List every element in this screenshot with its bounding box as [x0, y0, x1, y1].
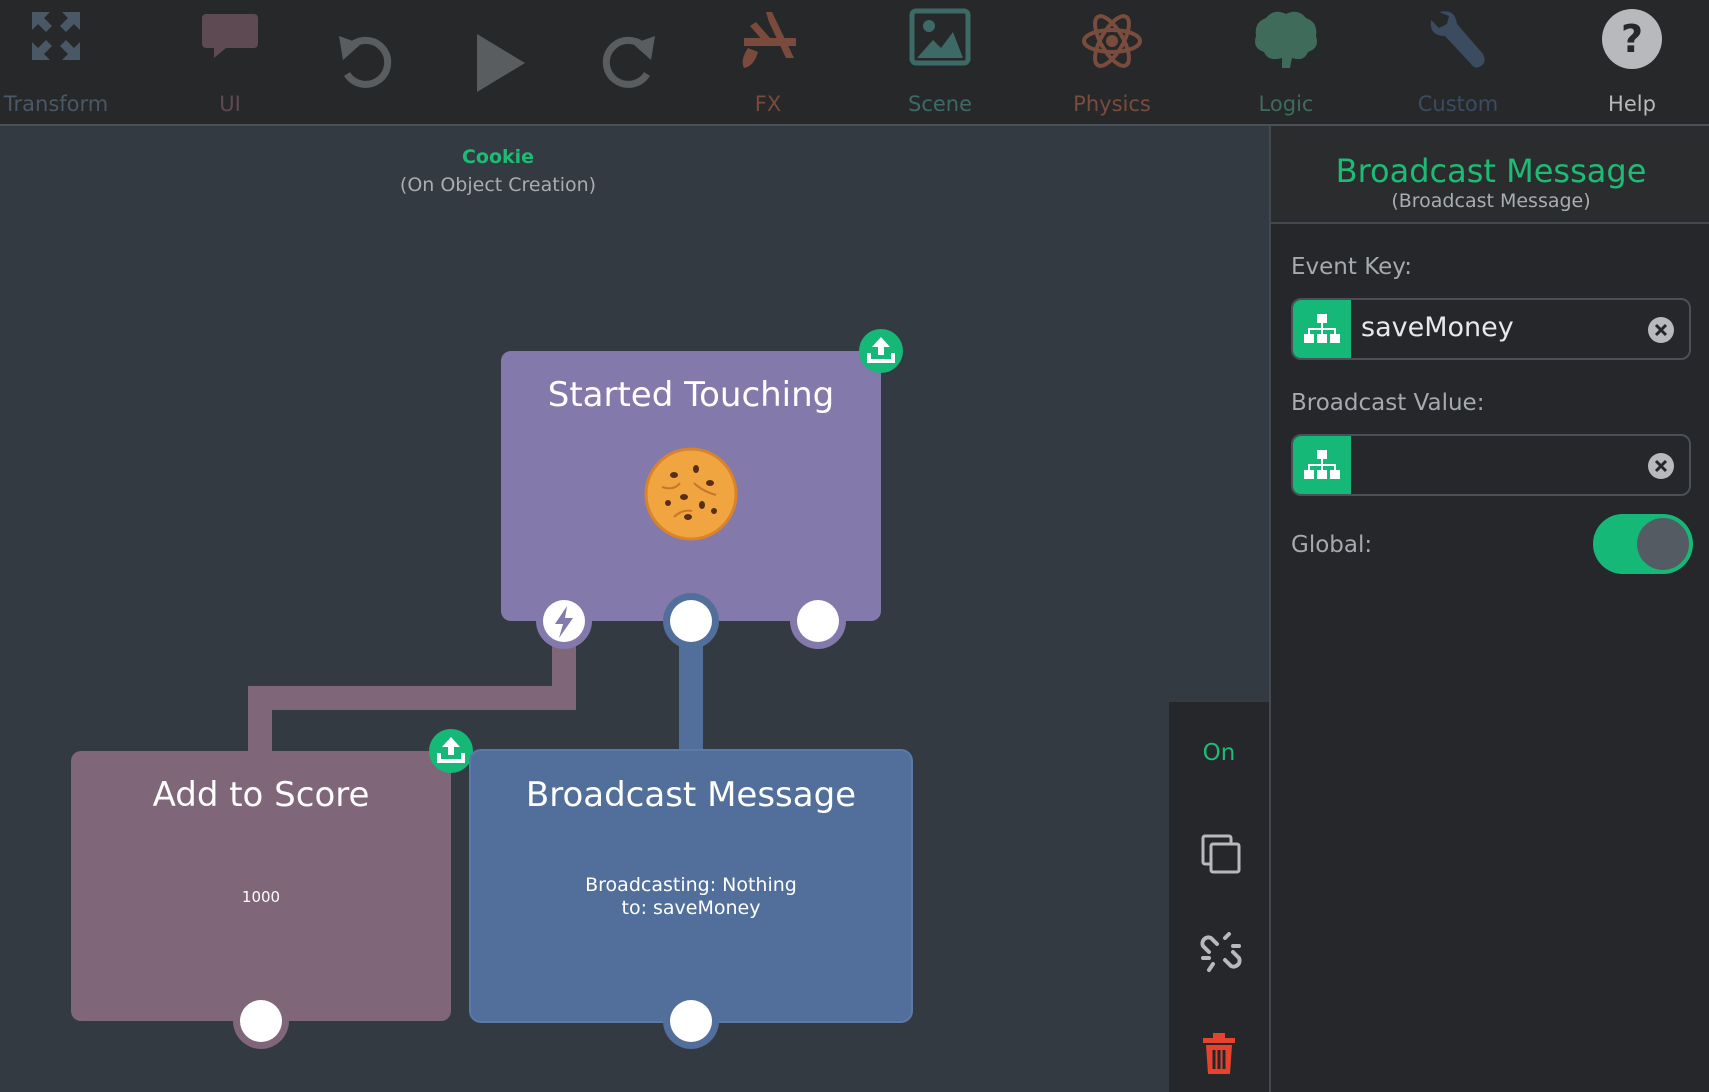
variable-picker-button[interactable] [1293, 436, 1351, 494]
wrench-icon [1430, 11, 1485, 68]
output-port[interactable] [663, 993, 719, 1049]
event-key-label: Event Key: [1291, 254, 1412, 280]
duplicate-icon[interactable] [1199, 832, 1243, 876]
export-button[interactable] [429, 729, 473, 773]
broadcast-value-field[interactable] [1291, 434, 1691, 496]
node-started-touching[interactable]: Started Touching [501, 329, 903, 649]
node-state-toggle[interactable]: On [1169, 740, 1269, 766]
variable-picker-button[interactable] [1293, 300, 1351, 358]
hierarchy-icon [1304, 314, 1340, 343]
inspector-subtitle: (Broadcast Message) [1391, 190, 1591, 212]
clear-icon[interactable] [1647, 316, 1675, 344]
wire-segment [248, 686, 576, 710]
svg-text:?: ? [1621, 17, 1643, 61]
play-icon [477, 34, 525, 92]
node-value: 1000 [241, 888, 281, 906]
wire-segment [679, 638, 703, 754]
wire-segment [248, 686, 272, 754]
toolbar: Transform UI FX Scene Physics Logic Cust… [0, 0, 1709, 126]
trigger-port[interactable] [536, 593, 592, 649]
inspector-title: Broadcast Message [1335, 152, 1647, 190]
tool-physics-label: Physics [1073, 92, 1151, 116]
expand-arrows-icon [32, 12, 80, 60]
undo-button[interactable] [330, 0, 400, 124]
event-key-field[interactable]: saveMoney [1291, 298, 1691, 360]
output-port[interactable] [663, 593, 719, 649]
play-button[interactable] [460, 0, 540, 124]
toggle-knob [1637, 518, 1689, 570]
tool-help[interactable]: ? Help [1582, 0, 1682, 124]
tool-custom[interactable]: Custom [1408, 0, 1508, 124]
tool-logic[interactable]: Logic [1236, 0, 1336, 124]
tool-transform-label: Transform [3, 92, 109, 116]
output-port[interactable] [233, 993, 289, 1049]
inspector-header: Broadcast Message (Broadcast Message) [1271, 126, 1709, 224]
clear-icon[interactable] [1647, 452, 1675, 480]
node-body-line: Broadcasting: Nothing [585, 874, 797, 896]
node-broadcast-message[interactable]: Broadcast Message Broadcasting: Nothing … [471, 751, 911, 1049]
node-body-line: to: saveMoney [621, 897, 761, 919]
tool-transform[interactable]: Transform [0, 0, 112, 124]
global-label: Global: [1291, 532, 1373, 558]
tool-ui[interactable]: UI [180, 0, 280, 124]
speech-bubble-icon [202, 14, 258, 58]
tool-help-label: Help [1608, 92, 1656, 116]
event-key-value: saveMoney [1361, 312, 1514, 343]
unlink-icon[interactable] [1199, 930, 1243, 974]
node-title: Started Touching [547, 375, 835, 415]
node-title: Broadcast Message [525, 775, 857, 815]
atom-icon [1082, 14, 1142, 68]
help-icon: ? [1602, 9, 1662, 69]
lightning-icon [555, 606, 573, 638]
inspector-panel: Broadcast Message (Broadcast Message) Ev… [1269, 126, 1709, 1092]
redo-icon [602, 36, 655, 88]
node-actions-rail: On [1169, 702, 1269, 1092]
tool-fx-label: FX [754, 92, 782, 116]
upload-icon [867, 337, 895, 363]
node-add-to-score[interactable]: Add to Score 1000 [71, 729, 473, 1049]
brain-icon [1255, 11, 1317, 68]
tool-custom-label: Custom [1417, 92, 1499, 116]
image-icon [909, 8, 971, 66]
object-event-label: (On Object Creation) [399, 174, 597, 196]
tool-ui-label: UI [219, 92, 241, 116]
tool-physics[interactable]: Physics [1062, 0, 1162, 124]
global-toggle[interactable] [1593, 514, 1693, 574]
upload-icon [437, 737, 465, 763]
hierarchy-icon [1304, 450, 1340, 479]
export-button[interactable] [859, 329, 903, 373]
cookie-icon [644, 447, 738, 541]
tool-scene-label: Scene [907, 92, 973, 116]
redo-button[interactable] [594, 0, 664, 124]
output-port[interactable] [790, 593, 846, 649]
object-name: Cookie [461, 146, 535, 168]
node-title: Add to Score [152, 775, 370, 815]
paintbrush-icon [742, 12, 796, 68]
trash-icon[interactable] [1199, 1032, 1239, 1076]
broadcast-value-label: Broadcast Value: [1291, 390, 1485, 416]
tool-logic-label: Logic [1258, 92, 1314, 116]
tool-fx[interactable]: FX [718, 0, 818, 124]
behavior-editor: Transform UI FX Scene Physics Logic Cust… [0, 0, 1709, 1092]
tool-scene[interactable]: Scene [890, 0, 990, 124]
undo-icon [339, 36, 392, 88]
